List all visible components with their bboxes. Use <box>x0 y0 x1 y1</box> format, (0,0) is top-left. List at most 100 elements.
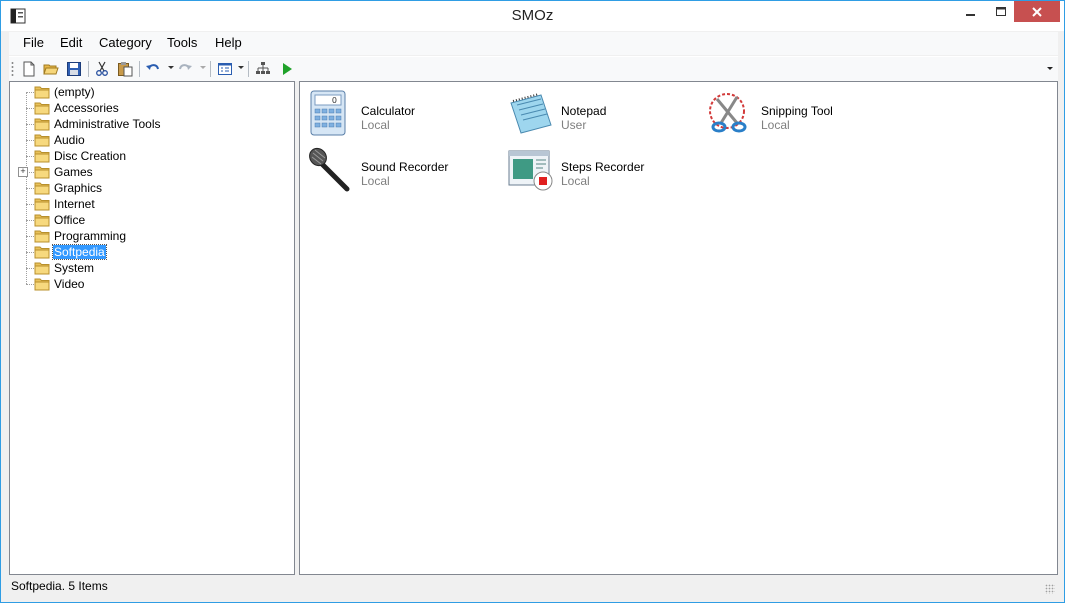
tree-item-label: Games <box>54 165 93 179</box>
app-tile-sound-recorder[interactable]: Sound Recorder Local <box>305 143 495 195</box>
status-text: Softpedia. 5 Items <box>11 579 108 593</box>
app-source: Local <box>361 118 390 132</box>
tree-item[interactable]: Disc Creation <box>10 148 290 164</box>
folder-icon <box>34 165 50 179</box>
toolbar-overflow-icon[interactable] <box>1047 67 1053 70</box>
save-icon[interactable] <box>65 60 83 78</box>
title-bar[interactable]: SMOz <box>1 1 1064 31</box>
toolbar-separator <box>210 61 211 77</box>
folder-icon <box>34 197 50 211</box>
toolbar-separator <box>88 61 89 77</box>
calculator-icon: 0 <box>307 89 355 137</box>
expand-icon[interactable]: + <box>18 167 28 177</box>
tree-item-label: Audio <box>54 133 85 147</box>
run-icon[interactable] <box>278 60 296 78</box>
shortcut-list[interactable]: 0 Calculator Local Notepad User Snipping… <box>299 81 1058 575</box>
folder-icon <box>34 261 50 275</box>
app-source: Local <box>361 174 390 188</box>
app-name: Calculator <box>361 104 416 118</box>
minimize-button[interactable] <box>954 1 988 22</box>
tree-item-label: Accessories <box>54 101 119 115</box>
close-icon <box>1032 6 1042 17</box>
steps-recorder-icon <box>507 145 555 193</box>
tree-item[interactable]: Softpedia <box>10 244 290 260</box>
menu-file[interactable]: File <box>23 35 44 50</box>
redo-dropdown-icon[interactable] <box>200 66 206 69</box>
tree-item-label: Video <box>54 277 85 291</box>
tree-icon[interactable] <box>254 60 272 78</box>
folder-icon <box>34 133 50 147</box>
tree-item[interactable]: Accessories <box>10 100 290 116</box>
tree-item-label: Softpedia <box>52 244 107 260</box>
maximize-icon <box>996 6 1006 16</box>
tree-item[interactable]: Video <box>10 276 290 292</box>
toolbar-separator <box>139 61 140 77</box>
undo-icon[interactable] <box>144 60 162 78</box>
tree-item[interactable]: System <box>10 260 290 276</box>
menu-bar: File Edit Category Tools Help <box>9 32 1058 55</box>
svg-text:0: 0 <box>332 96 337 105</box>
tree-item-label: (empty) <box>54 85 95 99</box>
tree-item-label: Disc Creation <box>54 149 127 163</box>
main-window: SMOz File Edit Category Tools Help (empt… <box>0 0 1065 603</box>
folder-icon <box>34 213 50 227</box>
tree-item[interactable]: + Games <box>10 164 290 180</box>
folder-icon <box>34 85 50 99</box>
new-document-icon[interactable] <box>20 60 38 78</box>
menu-edit[interactable]: Edit <box>60 35 82 50</box>
tree-item-label: System <box>54 261 95 275</box>
view-icon[interactable] <box>216 60 234 78</box>
snipping-tool-icon <box>707 89 755 137</box>
app-tile-calculator[interactable]: 0 Calculator Local <box>305 87 495 139</box>
window-title: SMOz <box>511 7 554 24</box>
folder-icon <box>34 181 50 195</box>
app-tile-steps-recorder[interactable]: Steps Recorder Local <box>505 143 695 195</box>
folder-icon <box>34 229 50 243</box>
folder-icon <box>34 117 50 131</box>
view-dropdown-icon[interactable] <box>238 66 244 69</box>
category-tree[interactable]: (empty) Accessories Administrative Tools Au… <box>9 81 295 575</box>
folder-icon <box>34 149 50 163</box>
app-source: Local <box>561 174 590 188</box>
open-folder-icon[interactable] <box>42 60 60 78</box>
app-name: Snipping Tool <box>761 104 833 118</box>
status-bar: Softpedia. 5 Items <box>9 576 1058 597</box>
undo-dropdown-icon[interactable] <box>168 66 174 69</box>
tree-item[interactable]: (empty) <box>10 84 290 100</box>
maximize-button[interactable] <box>988 1 1014 22</box>
resize-grip-icon[interactable] <box>1045 584 1055 594</box>
toolbar <box>9 56 1058 81</box>
folder-icon <box>34 277 50 291</box>
cut-icon[interactable] <box>93 60 111 78</box>
paste-icon[interactable] <box>116 60 134 78</box>
app-tile-snipping-tool[interactable]: Snipping Tool Local <box>705 87 895 139</box>
folder-icon <box>34 245 50 259</box>
toolbar-separator <box>248 61 249 77</box>
tree-item[interactable]: Programming <box>10 228 290 244</box>
app-source: User <box>561 118 587 132</box>
close-button[interactable] <box>1014 1 1060 22</box>
tree-item[interactable]: Audio <box>10 132 290 148</box>
tree-item-label: Administrative Tools <box>54 117 161 131</box>
tree-item-label: Office <box>54 213 86 227</box>
app-name: Steps Recorder <box>561 160 645 174</box>
notepad-icon <box>507 89 555 137</box>
minimize-icon <box>966 13 975 16</box>
microphone-icon <box>307 145 355 193</box>
tree-item[interactable]: Graphics <box>10 180 290 196</box>
tree-item[interactable]: Administrative Tools <box>10 116 290 132</box>
app-name: Sound Recorder <box>361 160 449 174</box>
tree-item-label: Internet <box>54 197 95 211</box>
menu-category[interactable]: Category <box>99 35 152 50</box>
toolbar-grip[interactable] <box>11 61 14 77</box>
tree-item-label: Graphics <box>54 181 103 195</box>
app-source: Local <box>761 118 790 132</box>
app-name: Notepad <box>561 104 607 118</box>
tree-item[interactable]: Internet <box>10 196 290 212</box>
app-tile-notepad[interactable]: Notepad User <box>505 87 695 139</box>
menu-tools[interactable]: Tools <box>167 35 197 50</box>
tree-item-label: Programming <box>54 229 127 243</box>
redo-icon[interactable] <box>176 60 194 78</box>
menu-help[interactable]: Help <box>215 35 242 50</box>
tree-item[interactable]: Office <box>10 212 290 228</box>
